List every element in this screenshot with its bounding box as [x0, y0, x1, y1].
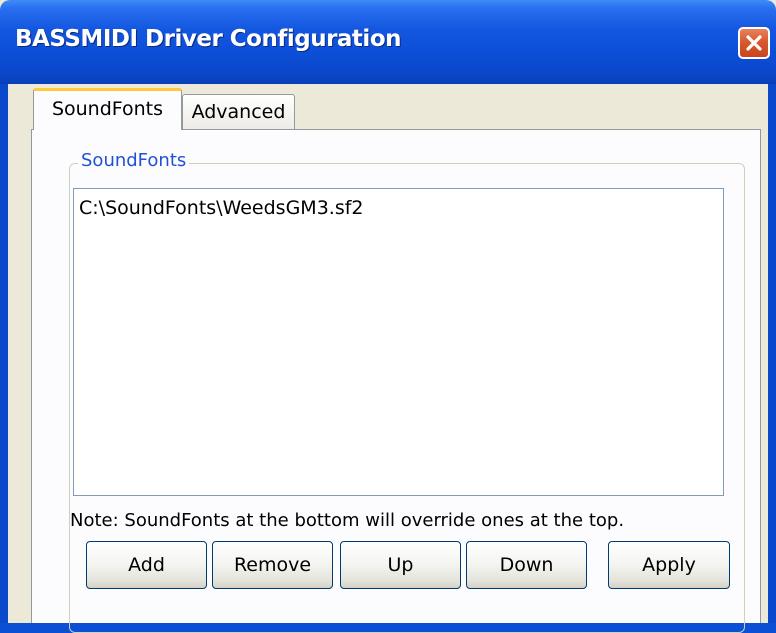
soundfont-listbox[interactable]: C:\SoundFonts\WeedsGM3.sf2 — [73, 188, 724, 496]
add-button[interactable]: Add — [86, 541, 207, 589]
config-window: BASSMIDI Driver Configuration SoundFonts… — [0, 0, 776, 633]
up-button[interactable]: Up — [340, 541, 461, 589]
override-note: Note: SoundFonts at the bottom will over… — [70, 510, 625, 531]
groupbox-legend: SoundFonts — [78, 150, 190, 171]
apply-button[interactable]: Apply — [608, 541, 730, 589]
close-icon — [746, 35, 762, 51]
title-bar[interactable]: BASSMIDI Driver Configuration — [0, 0, 776, 84]
window-frame-right — [768, 84, 776, 623]
soundfonts-tab-panel: SoundFonts C:\SoundFonts\WeedsGM3.sf2 No… — [31, 129, 761, 633]
tab-advanced[interactable]: Advanced — [182, 94, 295, 130]
dialog-client-area: SoundFonts Advanced SoundFonts C:\SoundF… — [8, 84, 768, 633]
list-item[interactable]: C:\SoundFonts\WeedsGM3.sf2 — [79, 197, 364, 219]
window-frame-left — [0, 84, 8, 623]
window-title: BASSMIDI Driver Configuration — [15, 26, 402, 52]
down-button[interactable]: Down — [466, 541, 587, 589]
close-button[interactable] — [738, 27, 770, 59]
tab-soundfonts[interactable]: SoundFonts — [33, 88, 182, 130]
remove-button[interactable]: Remove — [212, 541, 333, 589]
